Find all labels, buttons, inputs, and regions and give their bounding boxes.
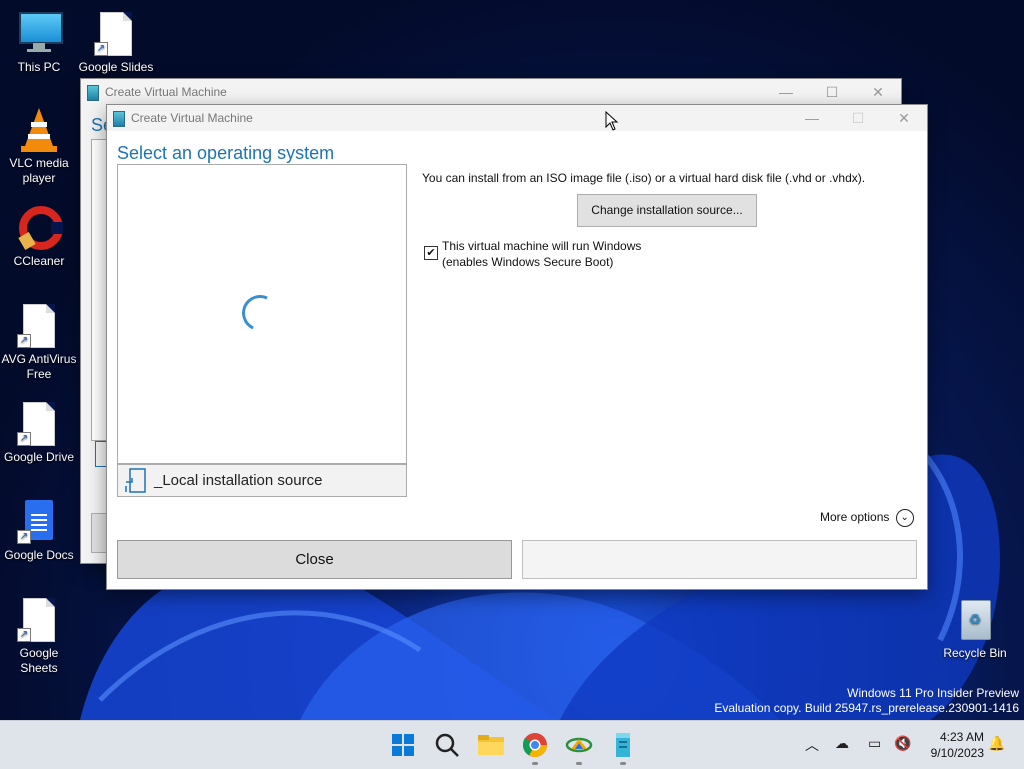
back-window-title: Create Virtual Machine bbox=[105, 85, 227, 99]
document-icon: ↗ bbox=[15, 302, 63, 350]
file-explorer-icon[interactable] bbox=[475, 729, 507, 761]
hyperv-app-icon bbox=[113, 111, 125, 127]
more-options-label: More options bbox=[820, 510, 890, 525]
desktop-icon-label: VLC media player bbox=[9, 156, 69, 185]
change-installation-source-button[interactable]: Change installation source... bbox=[577, 194, 757, 227]
close-button[interactable]: Close bbox=[117, 540, 512, 579]
desktop-icon-vlc[interactable]: VLC media player bbox=[1, 106, 77, 186]
back-window-titlebar[interactable]: Create Virtual Machine — ☐ ✕ bbox=[81, 79, 901, 105]
shortcut-arrow-icon: ↗ bbox=[17, 530, 31, 544]
shortcut-arrow-icon: ↗ bbox=[17, 628, 31, 642]
document-icon: ↗ bbox=[92, 10, 140, 58]
desktop-icon-google-docs[interactable]: ↗ Google Docs bbox=[1, 498, 77, 563]
running-indicator bbox=[620, 762, 626, 765]
windows-checkbox-line2: (enables Windows Secure Boot) bbox=[442, 255, 614, 269]
chrome-icon[interactable] bbox=[519, 729, 551, 765]
chevron-up-icon[interactable]: ︿ bbox=[805, 735, 819, 755]
local-source-icon bbox=[125, 468, 146, 493]
network-display-icon[interactable]: ▭ bbox=[868, 735, 881, 752]
windows-checkbox-line1: This virtual machine will run Windows bbox=[442, 239, 642, 253]
more-options-toggle[interactable]: More options ⌄ bbox=[820, 509, 914, 527]
hyperv-manager-icon[interactable] bbox=[607, 729, 639, 765]
desktop-icon-label: Google Slides bbox=[78, 60, 154, 74]
os-watermark: Windows 11 Pro Insider Preview Evaluatio… bbox=[714, 686, 1019, 716]
window-titlebar[interactable]: Create Virtual Machine — ☐ ✕ bbox=[107, 105, 927, 131]
desktop-icon-this-pc[interactable]: This PC bbox=[1, 10, 77, 75]
notification-bell-icon[interactable]: 🔔 bbox=[988, 735, 1005, 752]
desktop-icon-google-drive[interactable]: ↗ Google Drive bbox=[1, 400, 77, 465]
shortcut-arrow-icon: ↗ bbox=[17, 432, 31, 446]
volume-muted-icon[interactable]: 🔇 bbox=[894, 735, 911, 752]
monitor-icon bbox=[15, 10, 63, 58]
desktop-icon-label: Google Docs bbox=[4, 548, 74, 562]
vlc-cone-icon bbox=[15, 106, 63, 154]
ccleaner-icon bbox=[15, 204, 63, 252]
close-icon[interactable]: ✕ bbox=[881, 105, 927, 131]
desktop-icon-label: CCleaner bbox=[13, 254, 65, 268]
desktop-icon-label: Google Drive bbox=[3, 450, 75, 464]
local-installation-source-button[interactable]: _Local installation source bbox=[117, 464, 407, 497]
onedrive-offline-icon[interactable]: ☁ bbox=[835, 735, 849, 752]
desktop-icon-avg[interactable]: ↗ AVG AntiVirus Free bbox=[1, 302, 77, 382]
loading-spinner-icon bbox=[236, 289, 284, 337]
maximize-icon[interactable]: ☐ bbox=[809, 79, 855, 105]
network-app-icon[interactable] bbox=[563, 729, 595, 765]
clock-date: 9/10/2023 bbox=[930, 746, 984, 760]
shortcut-arrow-icon: ↗ bbox=[17, 334, 31, 348]
running-indicator bbox=[576, 762, 582, 765]
maximize-icon[interactable]: ☐ bbox=[835, 105, 881, 131]
mouse-cursor-icon bbox=[605, 111, 619, 131]
page-title: Select an operating system bbox=[117, 143, 335, 163]
taskbar: ︿ ☁ ▭ 🔇 4:23 AM 9/10/2023 🔔 bbox=[0, 720, 1024, 769]
desktop-icon-ccleaner[interactable]: CCleaner bbox=[1, 204, 77, 269]
windows-secure-boot-checkbox[interactable]: ✔ bbox=[424, 246, 438, 260]
desktop-icon-label: Google Sheets bbox=[19, 646, 59, 675]
watermark-edition: Windows 11 Pro Insider Preview bbox=[847, 686, 1019, 700]
google-docs-icon: ↗ bbox=[15, 498, 63, 546]
desktop-icon-recycle-bin[interactable]: ♻ Recycle Bin bbox=[937, 596, 1013, 661]
hyperv-app-icon bbox=[87, 85, 99, 101]
minimize-icon[interactable]: — bbox=[763, 79, 809, 105]
install-info-text: You can install from an ISO image file (… bbox=[422, 171, 866, 185]
clock-time: 4:23 AM bbox=[939, 730, 984, 744]
close-icon[interactable]: ✕ bbox=[855, 79, 901, 105]
running-indicator bbox=[532, 762, 538, 765]
desktop-icon-label: AVG AntiVirus Free bbox=[1, 352, 77, 381]
desktop-icon-google-sheets[interactable]: ↗ Google Sheets bbox=[1, 596, 77, 676]
minimize-icon[interactable]: — bbox=[789, 105, 835, 131]
create-vm-window[interactable]: Create Virtual Machine — ☐ ✕ Select an o… bbox=[107, 105, 927, 589]
search-icon[interactable] bbox=[431, 729, 463, 761]
recycle-bin-icon: ♻ bbox=[951, 596, 999, 644]
window-title: Create Virtual Machine bbox=[131, 111, 253, 125]
desktop-icon-label: Recycle Bin bbox=[943, 646, 1007, 660]
watermark-build: Evaluation copy. Build 25947.rs_prerelea… bbox=[714, 701, 1019, 715]
clock[interactable]: 4:23 AM 9/10/2023 bbox=[920, 729, 984, 761]
desktop-icon-label: This PC bbox=[17, 60, 61, 74]
document-icon: ↗ bbox=[15, 596, 63, 644]
chevron-down-icon: ⌄ bbox=[895, 509, 914, 527]
document-icon: ↗ bbox=[15, 400, 63, 448]
shortcut-arrow-icon: ↗ bbox=[94, 42, 108, 56]
desktop-icon-google-slides[interactable]: ↗ Google Slides bbox=[78, 10, 154, 75]
windows-checkbox-label: This virtual machine will run Windows (e… bbox=[442, 238, 641, 270]
create-virtual-machine-button: Create Virtual Machine bbox=[522, 540, 917, 579]
local-source-label: _Local installation source bbox=[154, 472, 323, 489]
os-gallery-list[interactable] bbox=[117, 164, 407, 464]
start-windows-icon[interactable] bbox=[387, 729, 419, 761]
